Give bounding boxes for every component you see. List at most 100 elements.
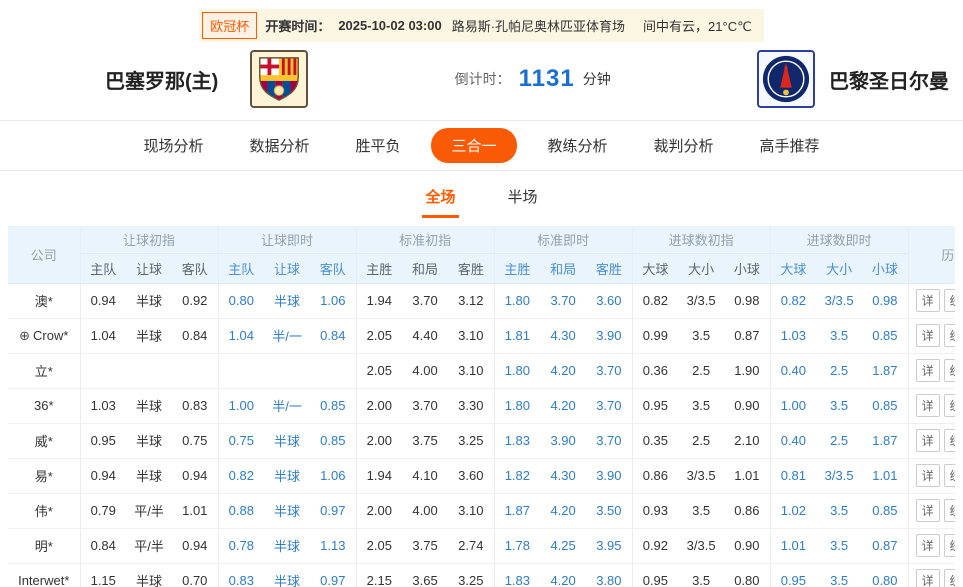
nav-tab-1[interactable]: 现场分析 bbox=[128, 128, 218, 163]
detail-button[interactable]: 详 bbox=[916, 499, 940, 522]
odds-cell: 3.10 bbox=[448, 493, 494, 528]
history-cell: 详统 bbox=[908, 353, 955, 388]
odds-cell: 0.82 bbox=[770, 283, 816, 318]
odds-cell: 4.25 bbox=[540, 528, 586, 563]
odds-cell: 1.06 bbox=[310, 283, 356, 318]
odds-cell: 3.25 bbox=[448, 563, 494, 587]
odds-cell: 4.00 bbox=[402, 353, 448, 388]
odds-cell: 0.79 bbox=[80, 493, 126, 528]
league-badge[interactable]: 欧冠杯 bbox=[202, 12, 257, 39]
odds-cell: 3.75 bbox=[402, 528, 448, 563]
odds-cell: 0.84 bbox=[172, 318, 218, 353]
odds-cell: 2.05 bbox=[356, 353, 402, 388]
nav-tab-3[interactable]: 胜平负 bbox=[340, 128, 415, 163]
stats-button[interactable]: 统 bbox=[944, 499, 955, 522]
odds-cell: 0.40 bbox=[770, 423, 816, 458]
crow-company-icon: ⊕ bbox=[19, 328, 30, 344]
odds-cell: 3.80 bbox=[586, 563, 632, 587]
odds-cell: 0.99 bbox=[632, 318, 678, 353]
odds-cell: 3.50 bbox=[586, 493, 632, 528]
odds-cell: 半球 bbox=[264, 458, 310, 493]
odds-cell: 0.85 bbox=[310, 423, 356, 458]
history-column-header: 历史 bbox=[908, 226, 955, 283]
odds-cell: 1.94 bbox=[356, 458, 402, 493]
odds-cell: 0.78 bbox=[218, 528, 264, 563]
odds-cell: 3.60 bbox=[586, 283, 632, 318]
odds-cell: 0.95 bbox=[80, 423, 126, 458]
odds-row: 立*2.054.003.101.804.203.700.362.51.900.4… bbox=[8, 353, 955, 388]
detail-button[interactable]: 详 bbox=[916, 394, 940, 417]
odds-cell: 0.94 bbox=[80, 283, 126, 318]
detail-button[interactable]: 详 bbox=[916, 324, 940, 347]
detail-button[interactable]: 详 bbox=[916, 569, 940, 587]
odds-cell: 3.10 bbox=[448, 318, 494, 353]
sub-column-header: 小球 bbox=[862, 253, 908, 283]
nav-tab-5[interactable]: 教练分析 bbox=[533, 128, 623, 163]
odds-cell: 3.70 bbox=[402, 388, 448, 423]
odds-cell: 1.80 bbox=[494, 388, 540, 423]
odds-cell: 2.5 bbox=[678, 353, 724, 388]
odds-cell: 1.03 bbox=[80, 388, 126, 423]
odds-cell: 0.95 bbox=[632, 563, 678, 587]
odds-cell: 0.36 bbox=[632, 353, 678, 388]
odds-cell: 1.00 bbox=[218, 388, 264, 423]
odds-cell: 半球 bbox=[264, 283, 310, 318]
stats-button[interactable]: 统 bbox=[944, 394, 955, 417]
sub-tab-2[interactable]: 半场 bbox=[505, 183, 541, 218]
odds-cell: 0.83 bbox=[218, 563, 264, 587]
odds-cell: 0.86 bbox=[632, 458, 678, 493]
stats-button[interactable]: 统 bbox=[944, 359, 955, 382]
nav-tab-4[interactable]: 三合一 bbox=[431, 128, 516, 163]
company-name: 明* bbox=[8, 528, 80, 563]
odds-cell: 0.80 bbox=[724, 563, 770, 587]
group-header: 进球数初指 bbox=[632, 226, 770, 253]
countdown: 倒计时： 1131 分钟 bbox=[308, 65, 757, 93]
odds-cell: 4.40 bbox=[402, 318, 448, 353]
odds-cell: 4.20 bbox=[540, 493, 586, 528]
detail-button[interactable]: 详 bbox=[916, 429, 940, 452]
sub-column-header: 让球 bbox=[264, 253, 310, 283]
odds-cell: 3.5 bbox=[678, 388, 724, 423]
odds-cell: 3.65 bbox=[402, 563, 448, 587]
nav-tab-6[interactable]: 裁判分析 bbox=[639, 128, 729, 163]
odds-table: 公司让球初指让球即时标准初指标准即时进球数初指进球数即时历史主队让球客队主队让球… bbox=[8, 226, 955, 587]
odds-cell: 0.94 bbox=[172, 528, 218, 563]
odds-cell: 2.05 bbox=[356, 318, 402, 353]
detail-button[interactable]: 详 bbox=[916, 464, 940, 487]
odds-cell: 0.35 bbox=[632, 423, 678, 458]
stats-button[interactable]: 统 bbox=[944, 534, 955, 557]
nav-tab-7[interactable]: 高手推荐 bbox=[745, 128, 835, 163]
odds-cell: 0.75 bbox=[218, 423, 264, 458]
nav-tab-2[interactable]: 数据分析 bbox=[234, 128, 324, 163]
company-name: 易* bbox=[8, 458, 80, 493]
history-cell: 详统 bbox=[908, 563, 955, 587]
odds-cell: 0.90 bbox=[724, 388, 770, 423]
odds-cell: 1.02 bbox=[770, 493, 816, 528]
detail-button[interactable]: 详 bbox=[916, 289, 940, 312]
detail-button[interactable]: 详 bbox=[916, 359, 940, 382]
odds-cell: 3.10 bbox=[448, 353, 494, 388]
sub-column-header: 客胜 bbox=[448, 253, 494, 283]
odds-cell bbox=[218, 353, 264, 388]
sub-column-header: 主胜 bbox=[494, 253, 540, 283]
sub-column-header: 和局 bbox=[540, 253, 586, 283]
odds-table-body: 澳*0.94半球0.920.80半球1.061.943.703.121.803.… bbox=[8, 283, 955, 587]
barcelona-crest-icon bbox=[254, 54, 304, 104]
odds-cell bbox=[264, 353, 310, 388]
detail-button[interactable]: 详 bbox=[916, 534, 940, 557]
countdown-unit: 分钟 bbox=[583, 69, 611, 89]
stats-button[interactable]: 统 bbox=[944, 464, 955, 487]
stats-button[interactable]: 统 bbox=[944, 324, 955, 347]
odds-cell: 0.92 bbox=[632, 528, 678, 563]
odds-cell bbox=[80, 353, 126, 388]
odds-cell: 0.87 bbox=[724, 318, 770, 353]
sub-tab-1[interactable]: 全场 bbox=[422, 183, 458, 218]
stats-button[interactable]: 统 bbox=[944, 569, 955, 587]
odds-cell: 半/一 bbox=[264, 318, 310, 353]
stats-button[interactable]: 统 bbox=[944, 289, 955, 312]
company-name-label: Interwet* bbox=[18, 573, 69, 587]
match-header: 巴塞罗那(主) bbox=[0, 42, 963, 120]
odds-cell: 3/3.5 bbox=[678, 528, 724, 563]
odds-row: 澳*0.94半球0.920.80半球1.061.943.703.121.803.… bbox=[8, 283, 955, 318]
stats-button[interactable]: 统 bbox=[944, 429, 955, 452]
